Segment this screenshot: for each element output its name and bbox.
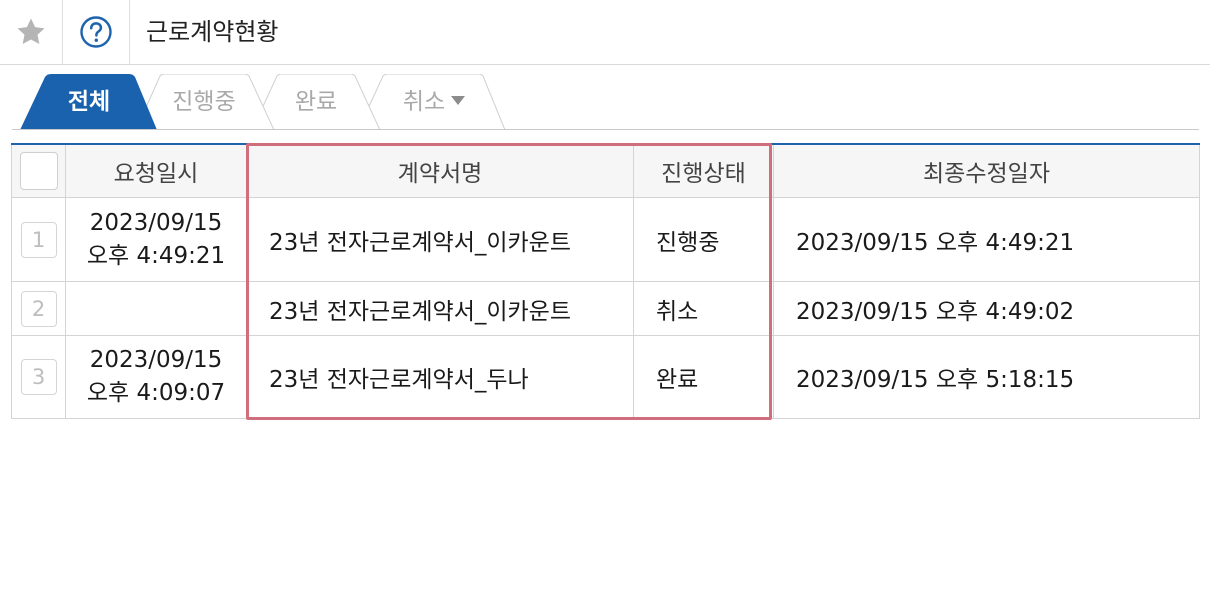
tab-complete[interactable]: 완료 [280, 74, 352, 130]
page-header: 근로계약현황 [0, 0, 1210, 65]
tab-cancel-label: 취소 [402, 89, 446, 115]
select-all-checkbox[interactable] [19, 152, 58, 190]
caret-down-icon [451, 96, 466, 105]
modified-date: 2023/09/15 오후 4:49:21 [773, 197, 1200, 282]
tab-cancel[interactable]: 취소 [388, 74, 480, 130]
table-row[interactable]: 3 2023/09/15 오후 4:09:07 23년 전자근로계약서_두나 완… [11, 335, 1200, 419]
favorite-button[interactable] [0, 0, 63, 64]
header-modified-date[interactable]: 최종수정일자 [773, 143, 1200, 198]
tab-in-progress[interactable]: 진행중 [162, 74, 246, 130]
tab-all[interactable]: 전체 [48, 74, 130, 130]
request-date: 2023/09/15 [89, 347, 223, 373]
request-datetime-cell: 2023/09/15 오후 4:09:07 [65, 335, 247, 419]
row-number[interactable]: 3 [20, 359, 57, 395]
contract-name-link[interactable]: 23년 전자근로계약서_이카운트 [246, 197, 634, 282]
header-status[interactable]: 진행상태 [633, 143, 774, 198]
request-datetime-cell [65, 281, 247, 336]
help-button[interactable] [63, 0, 130, 64]
status-text: 완료 [633, 335, 774, 419]
contract-name-link[interactable]: 23년 전자근로계약서_두나 [246, 335, 634, 419]
row-number-cell: 3 [11, 335, 66, 419]
tab-bar: 전체 진행중 완료 취소 [0, 74, 1210, 130]
row-number-cell: 2 [11, 281, 66, 336]
modified-date: 2023/09/15 오후 4:49:02 [773, 281, 1200, 336]
modified-date: 2023/09/15 오후 5:18:15 [773, 335, 1200, 419]
header-request-date[interactable]: 요청일시 [65, 143, 247, 198]
row-number[interactable]: 1 [20, 221, 57, 258]
status-text: 취소 [633, 281, 774, 336]
header-contract-name[interactable]: 계약서명 [246, 143, 634, 198]
tab-divider [12, 129, 1199, 130]
row-number-cell: 1 [11, 197, 66, 282]
request-date: 2023/09/15 [89, 209, 223, 236]
row-number[interactable]: 2 [20, 290, 57, 327]
help-circle-icon [80, 16, 112, 48]
page-title: 근로계약현황 [146, 18, 279, 46]
contract-name-link[interactable]: 23년 전자근로계약서_이카운트 [246, 281, 634, 336]
star-icon [17, 18, 45, 45]
table-row[interactable]: 2 23년 전자근로계약서_이카운트 취소 2023/09/15 오후 4:49… [11, 281, 1200, 336]
request-datetime-cell: 2023/09/15 오후 4:49:21 [65, 197, 247, 282]
status-text: 진행중 [633, 197, 774, 282]
header-select-all [11, 143, 66, 198]
contract-table: 요청일시 계약서명 진행상태 최종수정일자 1 2023/09/15 오후 4:… [11, 143, 1200, 419]
table-header-row: 요청일시 계약서명 진행상태 최종수정일자 [11, 143, 1200, 198]
table-row[interactable]: 1 2023/09/15 오후 4:49:21 23년 전자근로계약서_이카운트… [11, 197, 1200, 282]
request-time: 오후 4:09:07 [86, 380, 226, 406]
request-time: 오후 4:49:21 [86, 242, 226, 269]
